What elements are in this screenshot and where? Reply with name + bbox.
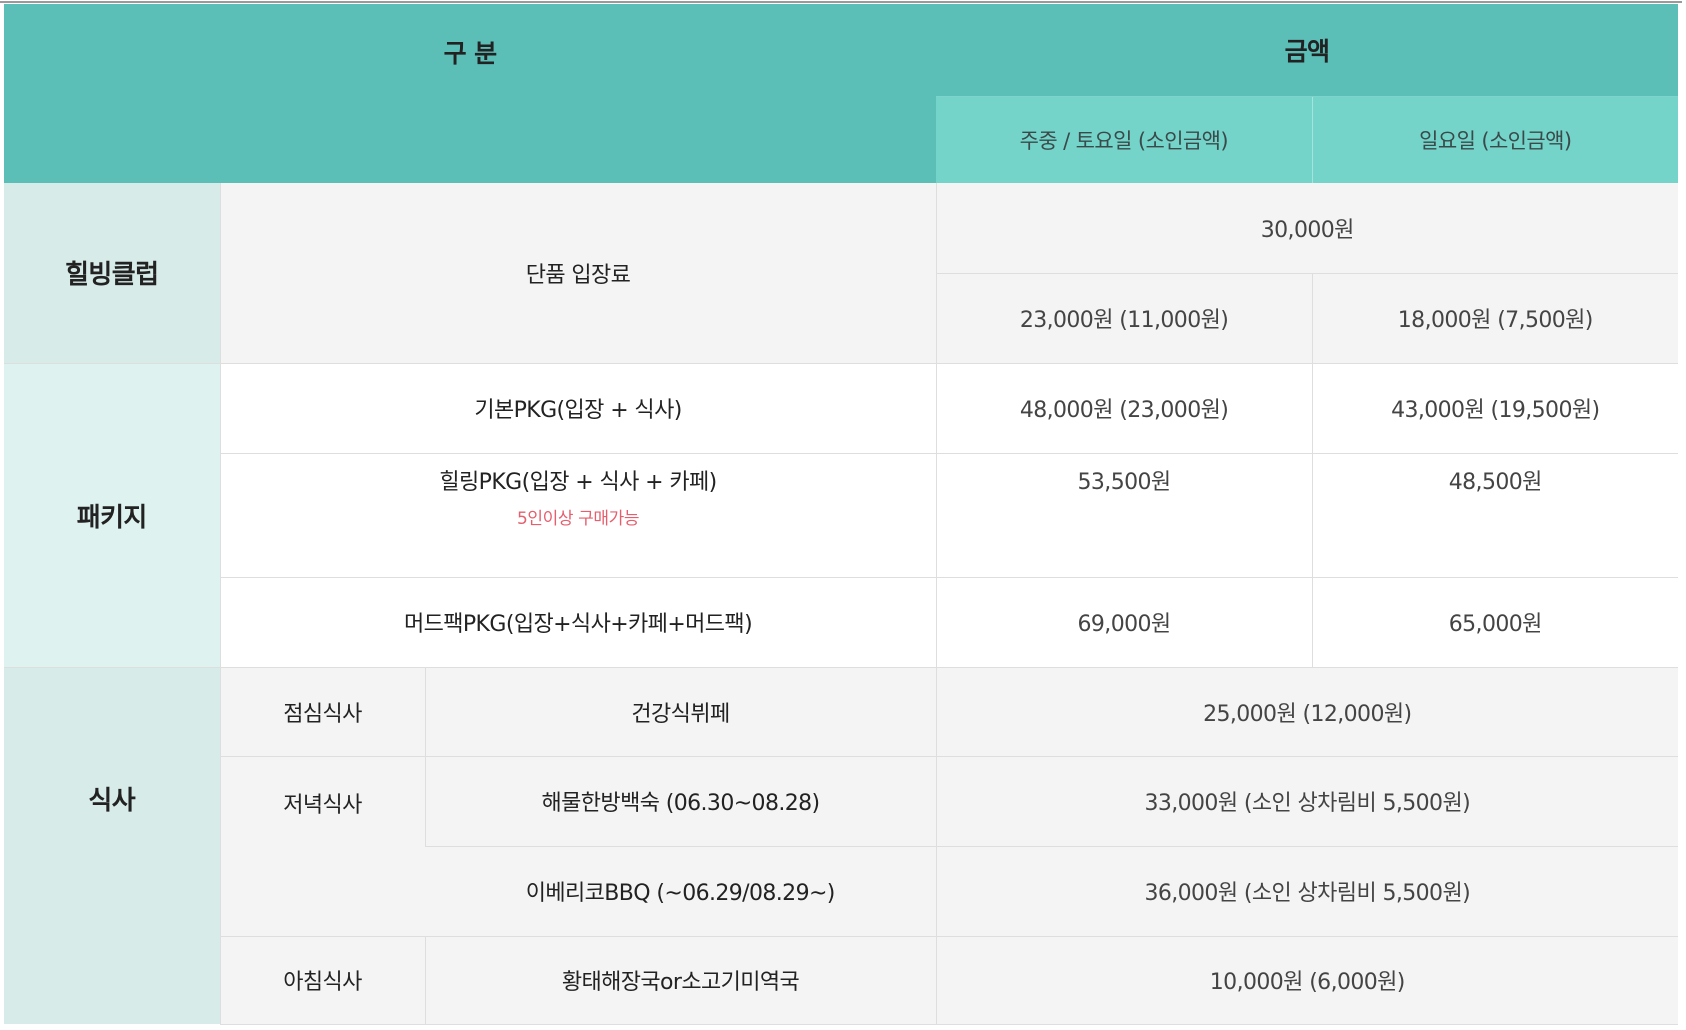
price-entry-weekday-saturday: 23,000원 (11,000원): [935, 273, 1313, 363]
table-row: 식사 점심식사 건강식뷔페 25,000원 (12,000원): [4, 666, 1679, 1024]
item-mudpack-pkg: 머드팩PKG(입장+식사+카페+머드팩): [219, 576, 937, 667]
price-basic-pkg-sunday: 43,000원 (19,500원): [1311, 362, 1679, 453]
price-mudpack-pkg-sunday: 65,000원: [1311, 576, 1679, 667]
price-dinner-iberico: 36,000원 (소인 상차림비 5,500원): [935, 845, 1679, 936]
category-package: 패키지: [4, 362, 220, 667]
item-basic-pkg: 기본PKG(입장 + 식사): [219, 362, 937, 453]
meal-breakfast-label: 아침식사: [219, 935, 425, 1025]
item-health-buffet: 건강식뷔페: [424, 666, 937, 756]
category-meal: 식사: [4, 666, 220, 1024]
item-healing-pkg-label: 힐링PKG(입장 + 식사 + 카페): [439, 469, 717, 495]
price-table-page: 구 분 금액 주중 / 토요일 (소인금액) 일요일 (소인금액) 힐빙클럽 단…: [0, 1, 1682, 1025]
price-lunch: 25,000원 (12,000원): [935, 666, 1679, 756]
table-row: 머드팩PKG(입장+식사+카페+머드팩) 69,000원 65,000원: [4, 576, 1679, 667]
price-mudpack-pkg-weekday-saturday: 69,000원: [935, 576, 1313, 667]
table-row: 힐링PKG(입장 + 식사 + 카페) 5인이상 구매가능 53,500원 48…: [4, 452, 1679, 577]
header-sunday: 일요일 (소인금액): [1312, 96, 1679, 183]
table-row: 저녁식사 해물한방백숙 (06.30~08.28) 33,000원 (소인 상차…: [4, 755, 1679, 936]
price-entry-all: 30,000원: [935, 183, 1679, 274]
meal-lunch-label: 점심식사: [219, 666, 425, 756]
price-healing-pkg-weekday-saturday: 53,500원: [935, 452, 1313, 577]
table-row: 힐빙클럽 단품 입장료 30,000원: [4, 183, 1679, 363]
table-row: 패키지 기본PKG(입장 + 식사) 48,000원 (23,000원) 43,…: [4, 362, 1679, 667]
table-header-row: 구 분 금액: [4, 4, 1679, 183]
meal-dinner-label: 저녁식사: [219, 755, 425, 936]
item-seafood-samgyetang: 해물한방백숙 (06.30~08.28): [424, 755, 937, 847]
price-breakfast: 10,000원 (6,000원): [935, 935, 1679, 1025]
price-dinner-seafood: 33,000원 (소인 상차림비 5,500원): [935, 755, 1679, 846]
table-row: 아침식사 황태해장국or소고기미역국 10,000원 (6,000원): [4, 935, 1679, 1025]
price-table: 구 분 금액 주중 / 토요일 (소인금액) 일요일 (소인금액) 힐빙클럽 단…: [4, 4, 1679, 1025]
purchase-condition-note: 5인이상 구매가능: [516, 508, 640, 529]
header-amount: 금액: [936, 4, 1679, 97]
item-iberico-bbq: 이베리코BBQ (~06.29/08.29~): [425, 846, 937, 936]
header-weekday-saturday: 주중 / 토요일 (소인금액): [936, 96, 1313, 183]
header-division: 구 분: [4, 4, 937, 183]
item-single-entry: 단품 입장료: [219, 183, 937, 363]
category-healing-club: 힐빙클럽: [4, 183, 220, 363]
item-healing-pkg: 힐링PKG(입장 + 식사 + 카페) 5인이상 구매가능: [219, 452, 937, 577]
item-breakfast-soup: 황태해장국or소고기미역국: [424, 935, 937, 1025]
price-basic-pkg-weekday-saturday: 48,000원 (23,000원): [935, 362, 1313, 453]
price-healing-pkg-sunday: 48,500원: [1311, 452, 1679, 577]
price-entry-sunday: 18,000원 (7,500원): [1311, 273, 1679, 363]
